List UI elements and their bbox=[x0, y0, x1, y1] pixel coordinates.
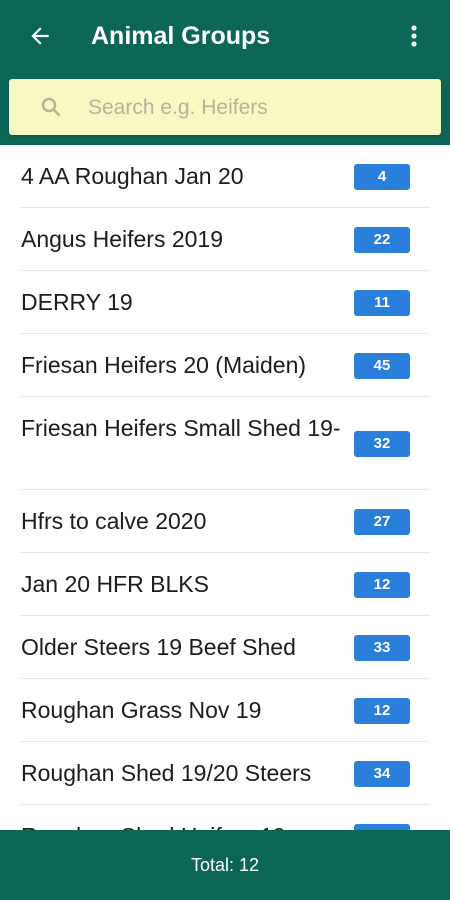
list-item[interactable]: 4 AA Roughan Jan 20 4 bbox=[0, 145, 450, 208]
count-badge: 32 bbox=[354, 430, 410, 457]
group-name: Angus Heifers 2019 bbox=[21, 226, 224, 252]
search-input[interactable] bbox=[86, 87, 420, 129]
group-name: Roughan Grass Nov 19 bbox=[21, 697, 262, 723]
page-title: Animal Groups bbox=[91, 22, 271, 50]
group-name: Roughan Shed Heifers 19 bbox=[21, 821, 341, 830]
count-badge: 34 bbox=[354, 760, 410, 787]
group-name: 4 AA Roughan Jan 20 bbox=[21, 163, 244, 189]
list-item[interactable]: Roughan Shed Heifers 19 bbox=[0, 805, 450, 830]
count-badge: 27 bbox=[354, 508, 410, 535]
list-item[interactable]: Friesan Heifers Small Shed 19- 32 bbox=[0, 397, 450, 490]
back-button[interactable] bbox=[22, 18, 58, 54]
group-name: Hfrs to calve 2020 bbox=[21, 508, 207, 534]
count-badge: 22 bbox=[354, 226, 410, 253]
list-item[interactable]: Friesan Heifers 20 (Maiden) 45 bbox=[0, 334, 450, 397]
count-badge: 4 bbox=[354, 163, 410, 190]
count-badge: 33 bbox=[354, 634, 410, 661]
count-badge: 11 bbox=[354, 289, 410, 316]
list-item[interactable]: Older Steers 19 Beef Shed 33 bbox=[0, 616, 450, 679]
list-item[interactable]: DERRY 19 11 bbox=[0, 271, 450, 334]
footer-bar: Total: 12 bbox=[0, 830, 450, 900]
more-options-button[interactable] bbox=[398, 18, 430, 54]
list-item[interactable]: Hfrs to calve 2020 27 bbox=[0, 490, 450, 553]
group-name: Older Steers 19 Beef Shed bbox=[21, 634, 296, 660]
group-name: Roughan Shed 19/20 Steers bbox=[21, 760, 312, 786]
list-item[interactable]: Roughan Shed 19/20 Steers 34 bbox=[0, 742, 450, 805]
group-name: DERRY 19 bbox=[21, 289, 133, 315]
list-item[interactable]: Roughan Grass Nov 19 12 bbox=[0, 679, 450, 742]
more-vertical-icon bbox=[411, 25, 417, 47]
list-item[interactable]: Jan 20 HFR BLKS 12 bbox=[0, 553, 450, 616]
list-item[interactable]: Angus Heifers 2019 22 bbox=[0, 208, 450, 271]
app-bar: Animal Groups bbox=[0, 0, 450, 145]
count-badge: 12 bbox=[354, 571, 410, 598]
arrow-left-icon bbox=[31, 27, 49, 45]
count-badge: 45 bbox=[354, 352, 410, 379]
total-count-label: Total: 12 bbox=[190, 854, 260, 875]
group-name: Jan 20 HFR BLKS bbox=[21, 571, 209, 597]
animal-group-list[interactable]: 4 AA Roughan Jan 20 4 Angus Heifers 2019 22… bbox=[0, 145, 450, 830]
group-name: Friesan Heifers Small Shed 19- bbox=[21, 414, 341, 441]
group-name: Friesan Heifers 20 (Maiden) bbox=[21, 352, 307, 378]
count-badge: 12 bbox=[354, 697, 410, 724]
search-icon bbox=[41, 97, 61, 117]
toolbar: Animal Groups bbox=[0, 0, 450, 70]
search-box[interactable] bbox=[9, 79, 441, 135]
